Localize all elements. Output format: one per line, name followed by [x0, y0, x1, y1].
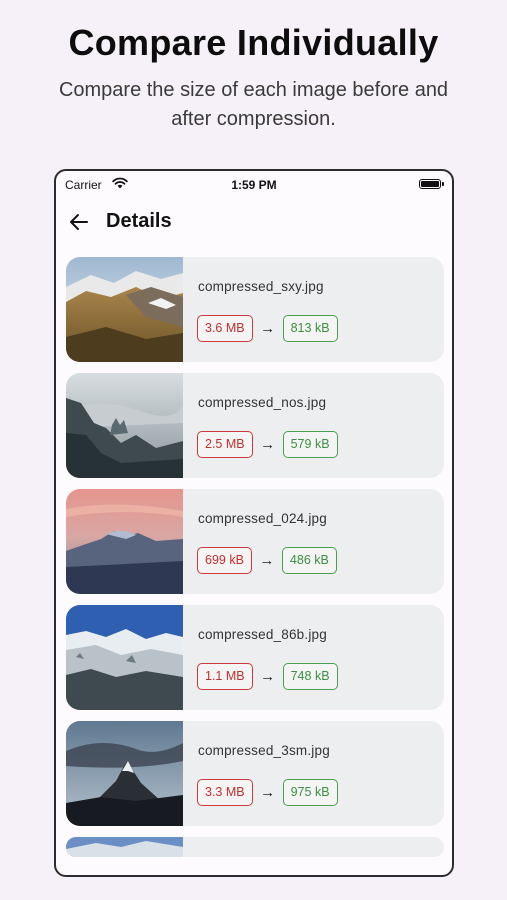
image-thumbnail — [66, 373, 183, 478]
size-comparison: 1.1 MB → 748 kB — [197, 662, 338, 690]
battery-icon — [419, 179, 444, 189]
image-thumbnail — [66, 489, 183, 594]
size-after-badge: 813 kB — [282, 314, 338, 342]
arrow-icon: → — [260, 783, 276, 801]
list-item[interactable]: compressed_86b.jpg 1.1 MB → 748 kB — [66, 605, 444, 710]
file-name: compressed_86b.jpg — [198, 627, 327, 642]
status-time: 1:59 PM — [231, 178, 277, 192]
size-before-badge: 3.6 MB — [197, 314, 253, 342]
file-name: compressed_3sm.jpg — [198, 743, 330, 758]
size-after-badge: 748 kB — [282, 662, 338, 690]
list-item[interactable] — [66, 837, 444, 857]
size-before-badge: 3.3 MB — [197, 778, 253, 806]
size-comparison: 3.6 MB → 813 kB — [197, 314, 338, 342]
back-arrow-icon[interactable] — [66, 209, 92, 235]
image-thumbnail — [66, 605, 183, 710]
nav-bar: Details — [56, 205, 452, 241]
size-before-badge: 2.5 MB — [197, 430, 253, 458]
size-comparison: 699 kB → 486 kB — [197, 546, 337, 574]
list-item[interactable]: compressed_nos.jpg 2.5 MB → 579 kB — [66, 373, 444, 478]
file-name: compressed_sxy.jpg — [198, 279, 324, 294]
arrow-icon: → — [260, 435, 276, 453]
arrow-icon: → — [260, 319, 276, 337]
subhead: Compare the size of each image before an… — [58, 79, 449, 130]
size-after-badge: 486 kB — [281, 546, 337, 574]
phone-frame: Carrier 1:59 PM Details compressed_sxy.j… — [54, 169, 454, 877]
image-list[interactable]: compressed_sxy.jpg 3.6 MB → 813 kB compr… — [66, 257, 444, 857]
page-title: Details — [106, 210, 172, 232]
image-thumbnail — [66, 837, 183, 857]
image-thumbnail — [66, 257, 183, 362]
headline: Compare Individually — [68, 22, 439, 63]
size-before-badge: 699 kB — [197, 546, 252, 574]
size-after-badge: 975 kB — [282, 778, 338, 806]
size-comparison: 2.5 MB → 579 kB — [197, 430, 338, 458]
size-before-badge: 1.1 MB — [197, 662, 253, 690]
size-comparison: 3.3 MB → 975 kB — [197, 778, 338, 806]
list-item[interactable]: compressed_3sm.jpg 3.3 MB → 975 kB — [66, 721, 444, 826]
size-after-badge: 579 kB — [282, 430, 338, 458]
file-name: compressed_024.jpg — [198, 511, 327, 526]
image-thumbnail — [66, 721, 183, 826]
list-item[interactable]: compressed_024.jpg 699 kB → 486 kB — [66, 489, 444, 594]
arrow-icon: → — [260, 667, 276, 685]
arrow-icon: → — [259, 551, 275, 569]
list-item[interactable]: compressed_sxy.jpg 3.6 MB → 813 kB — [66, 257, 444, 362]
file-name: compressed_nos.jpg — [198, 395, 327, 410]
status-bar: Carrier 1:59 PM — [56, 171, 452, 199]
